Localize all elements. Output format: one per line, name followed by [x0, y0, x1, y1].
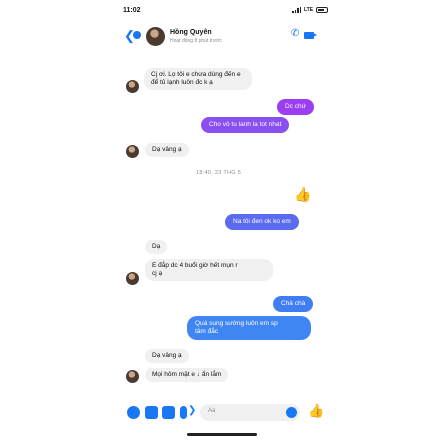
thumbs-up-icon[interactable]: 👍 [308, 403, 324, 419]
video-icon[interactable] [304, 32, 314, 39]
plus-circle-icon[interactable] [127, 406, 140, 419]
image-icon[interactable] [162, 406, 175, 419]
status-time: 11:02 [123, 7, 141, 14]
message-timestamp: 18:40, 23 THG 5 [196, 170, 242, 176]
status-icons: LTE [292, 6, 329, 13]
message-incoming[interactable]: Mọi hôm mặt e ↓ ẩn lắm [145, 368, 229, 382]
message-incoming[interactable]: E đắp dc 4 buổi giờ hết mụn r cj ạ [145, 259, 273, 281]
phone-icon[interactable]: ✆ [291, 28, 299, 39]
signal-icon [292, 6, 301, 13]
contact-avatar-small[interactable] [126, 272, 139, 285]
contact-name[interactable]: Hồng Quyên [170, 29, 212, 36]
message-input[interactable]: Aa [200, 404, 300, 421]
message-input-placeholder: Aa [208, 408, 216, 414]
message-incoming[interactable]: Dạ [145, 240, 168, 254]
thumbs-up-icon: 👍 [294, 186, 312, 202]
message-incoming[interactable]: Dạ vâng ạ [145, 349, 189, 363]
message-outgoing[interactable]: Chà chà [273, 296, 314, 312]
emoji-icon[interactable] [286, 407, 297, 418]
chat-header: ❮ Hồng Quyên Hoạt động 8 phút trước ✆ [0, 22, 444, 52]
contact-avatar-small[interactable] [126, 370, 139, 383]
mic-icon[interactable] [180, 406, 187, 419]
message-outgoing[interactable]: Quá sung sướng luôn em sp tâm đắc [187, 316, 311, 340]
chevron-right-icon[interactable]: ❯ [188, 405, 196, 416]
message-incoming[interactable]: Dạ vâng ạ [145, 143, 189, 157]
camera-icon[interactable] [145, 406, 158, 419]
message-outgoing[interactable]: Cho vô tu lanh la tot nhat [201, 117, 290, 133]
message-outgoing[interactable]: Dc chứ [277, 99, 314, 115]
contact-avatar-small[interactable] [126, 80, 139, 93]
contact-avatar[interactable] [146, 27, 165, 46]
message-composer: ❯ Aa 👍 [0, 400, 444, 430]
status-bar: 11:02 LTE [0, 0, 444, 22]
message-incoming[interactable]: Cj ơi. Lọ tôi e chưa dùng đến e để tủ lạ… [144, 68, 252, 90]
battery-icon [316, 6, 329, 13]
network-label: LTE [304, 6, 314, 13]
contact-status: Hoạt động 8 phút trước [170, 38, 222, 44]
unread-count-badge [133, 31, 141, 39]
home-indicator [187, 433, 257, 436]
contact-avatar-small[interactable] [126, 145, 139, 158]
message-outgoing[interactable]: Na tôi đen ok ko em [225, 214, 299, 230]
messenger-conversation-screen: 11:02 LTE ❮ Hồng Quyên Hoạt động 8 phút … [0, 0, 444, 444]
